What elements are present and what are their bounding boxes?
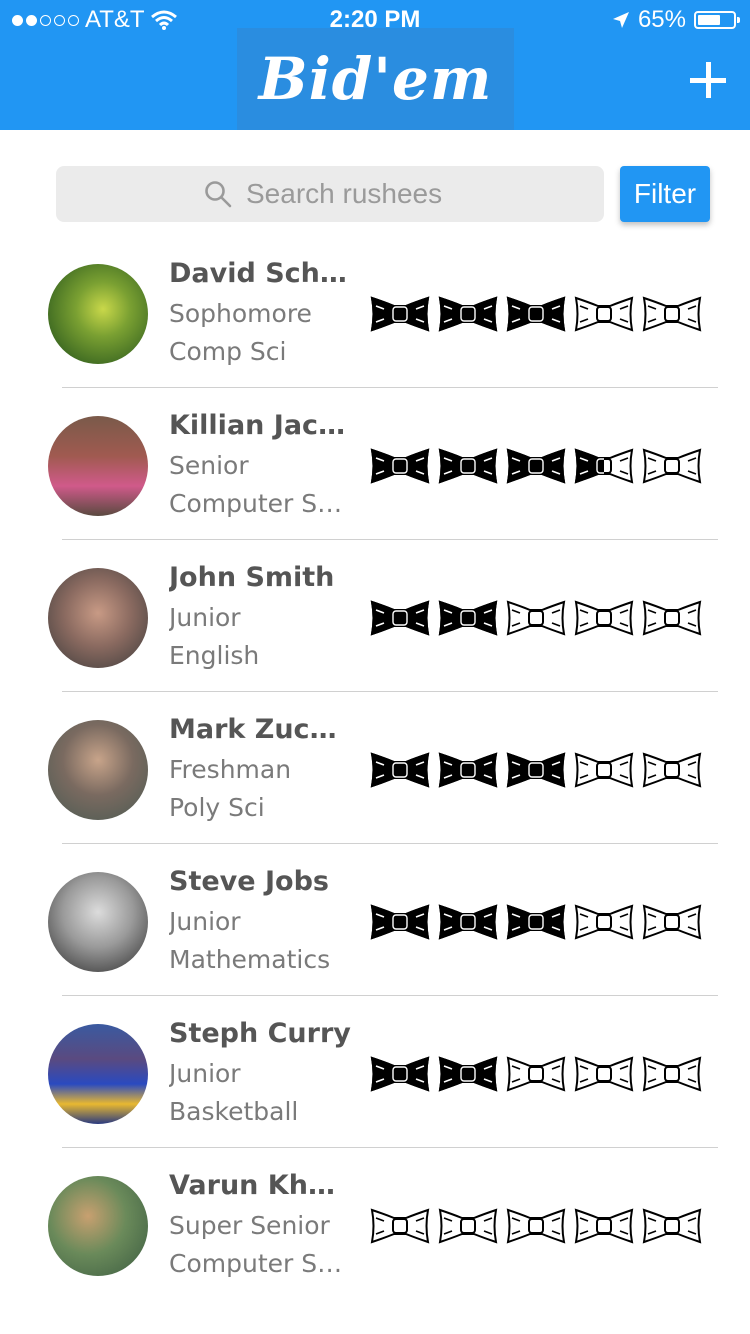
rushee-row[interactable]: Varun Khu... Super Senior Computer Sc... — [0, 1148, 750, 1300]
rushee-name: Steph Curry — [169, 1018, 351, 1049]
search-icon — [205, 181, 232, 208]
rushee-name: Varun Khu... — [169, 1170, 353, 1201]
bowtie-rating — [370, 446, 702, 486]
bowtie-icon — [438, 296, 498, 332]
battery-percent: 65% — [637, 6, 686, 33]
avatar — [48, 872, 148, 972]
bowtie-rating — [370, 598, 702, 638]
rushee-year: Sophomore — [169, 299, 312, 328]
avatar — [48, 264, 148, 364]
bowtie-icon — [506, 600, 566, 636]
bowtie-icon — [642, 752, 702, 788]
bowtie-icon — [506, 1056, 566, 1092]
rushee-major: Comp Sci — [169, 337, 287, 366]
bowtie-icon — [574, 1056, 634, 1092]
rushee-year: Junior — [169, 1059, 241, 1088]
bowtie-rating — [370, 750, 702, 790]
battery-icon — [694, 11, 740, 29]
bowtie-icon — [370, 1208, 430, 1244]
bowtie-icon — [370, 296, 430, 332]
bowtie-icon — [506, 448, 566, 484]
logo-text: Bid'em — [258, 45, 493, 113]
bowtie-icon — [370, 448, 430, 484]
logo: Bid'em — [237, 28, 514, 130]
rushee-year: Super Senior — [169, 1211, 330, 1240]
bowtie-icon — [574, 904, 634, 940]
app-header: AT&T 2:20 PM 65% Bid'em — [0, 0, 750, 130]
bowtie-icon — [574, 448, 634, 484]
bowtie-icon — [438, 752, 498, 788]
rushee-major: Computer Sc... — [169, 1249, 353, 1278]
avatar — [48, 416, 148, 516]
bowtie-icon — [438, 600, 498, 636]
rushee-name: David Sche... — [169, 258, 353, 289]
bowtie-icon — [506, 904, 566, 940]
rushee-major: Poly Sci — [169, 793, 265, 822]
bowtie-icon — [370, 752, 430, 788]
rushee-major: English — [169, 641, 260, 670]
rushee-major: Mathematics — [169, 945, 331, 974]
rushee-name: Killian Jack... — [169, 410, 353, 441]
bowtie-icon — [370, 904, 430, 940]
rushee-year: Freshman — [169, 755, 292, 784]
rushee-row[interactable]: David Sche... Sophomore Comp Sci — [0, 236, 750, 388]
rushee-major: Basketball — [169, 1097, 299, 1126]
rushee-list: David Sche... Sophomore Comp Sci Killian Ja… — [0, 236, 750, 1300]
filter-button[interactable]: Filter — [620, 166, 710, 222]
bowtie-rating — [370, 294, 702, 334]
avatar — [48, 1024, 148, 1124]
add-rushee-button[interactable] — [690, 62, 726, 98]
rushee-name: Steve Jobs — [169, 866, 329, 897]
bowtie-icon — [370, 600, 430, 636]
bowtie-icon — [438, 904, 498, 940]
bowtie-icon — [506, 752, 566, 788]
rushee-name: Mark Zuck... — [169, 714, 353, 745]
bowtie-icon — [642, 296, 702, 332]
bowtie-icon — [642, 904, 702, 940]
bowtie-icon — [438, 448, 498, 484]
bowtie-icon — [574, 752, 634, 788]
rushee-row[interactable]: Steve Jobs Junior Mathematics — [0, 844, 750, 996]
avatar — [48, 568, 148, 668]
rushee-year: Senior — [169, 451, 249, 480]
bowtie-rating — [370, 902, 702, 942]
bowtie-icon — [574, 296, 634, 332]
bowtie-icon — [506, 1208, 566, 1244]
bowtie-rating — [370, 1206, 702, 1246]
bowtie-rating — [370, 1054, 702, 1094]
bowtie-icon — [574, 1208, 634, 1244]
bowtie-icon — [506, 296, 566, 332]
bowtie-icon — [370, 1056, 430, 1092]
rushee-row[interactable]: Steph Curry Junior Basketball — [0, 996, 750, 1148]
bowtie-icon — [438, 1208, 498, 1244]
bowtie-icon — [642, 1208, 702, 1244]
avatar — [48, 1176, 148, 1276]
rushee-year: Junior — [169, 907, 241, 936]
bowtie-icon — [642, 600, 702, 636]
rushee-year: Junior — [169, 603, 241, 632]
location-arrow-icon — [612, 12, 629, 28]
bowtie-icon — [642, 448, 702, 484]
rushee-name: John Smith — [169, 562, 335, 593]
search-input[interactable] — [246, 178, 456, 210]
rushee-row[interactable]: Killian Jack... Senior Computer Sc... — [0, 388, 750, 540]
search-bar[interactable] — [56, 166, 604, 222]
rushee-row[interactable]: John Smith Junior English — [0, 540, 750, 692]
bowtie-icon — [642, 1056, 702, 1092]
rushee-major: Computer Sc... — [169, 489, 353, 518]
avatar — [48, 720, 148, 820]
rushee-row[interactable]: Mark Zuck... Freshman Poly Sci — [0, 692, 750, 844]
bowtie-icon — [438, 1056, 498, 1092]
bowtie-icon — [574, 600, 634, 636]
